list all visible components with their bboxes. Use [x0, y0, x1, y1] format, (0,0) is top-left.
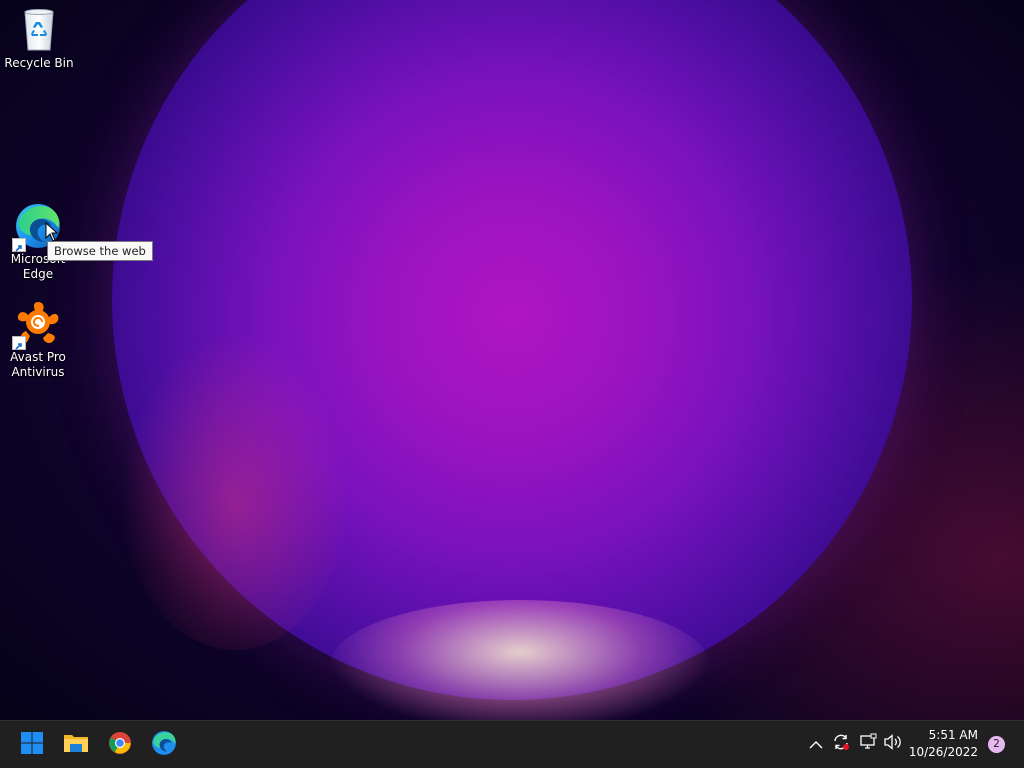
mouse-cursor-icon	[45, 221, 59, 246]
sync-icon	[832, 733, 850, 755]
volume-tray-button[interactable]	[883, 734, 903, 754]
notification-badge[interactable]: 2	[988, 736, 1005, 753]
chrome-button[interactable]	[100, 725, 140, 765]
taskbar-clock[interactable]: 5:51 AM 10/26/2022	[909, 727, 978, 761]
network-tray-button[interactable]	[858, 733, 878, 755]
wallpaper-glow-bottom	[330, 600, 710, 720]
edge-button[interactable]	[144, 725, 184, 765]
avast-icon	[12, 300, 62, 350]
folder-icon	[63, 732, 89, 758]
chevron-up-icon	[809, 735, 823, 754]
desktop-icon-label: Recycle Bin	[4, 56, 74, 70]
sync-tray-button[interactable]	[831, 734, 851, 754]
windows-logo-icon	[20, 731, 44, 759]
volume-icon	[883, 733, 903, 755]
clock-date: 10/26/2022	[908, 745, 978, 759]
desktop-icon-recycle-bin[interactable]: Recycle Bin	[2, 6, 76, 71]
desktop-wallpaper	[0, 0, 1024, 720]
network-icon	[859, 733, 877, 755]
edge-icon	[151, 730, 177, 760]
shortcut-arrow-icon	[12, 336, 26, 350]
desktop-icon-avast-pro-antivirus[interactable]: Avast Pro Antivirus	[1, 300, 75, 380]
clock-time: 5:51 AM	[928, 728, 978, 742]
chrome-icon	[108, 731, 132, 759]
tooltip: Browse the web	[47, 241, 153, 261]
desktop-icon-label: Avast Pro Antivirus	[10, 350, 66, 379]
file-explorer-button[interactable]	[56, 725, 96, 765]
recycle-bin-icon	[15, 6, 63, 54]
taskbar: 5:51 AM 10/26/2022 2	[0, 720, 1024, 768]
start-button[interactable]	[12, 725, 52, 765]
show-hidden-icons-button[interactable]	[806, 734, 826, 754]
shortcut-arrow-icon	[12, 238, 26, 252]
